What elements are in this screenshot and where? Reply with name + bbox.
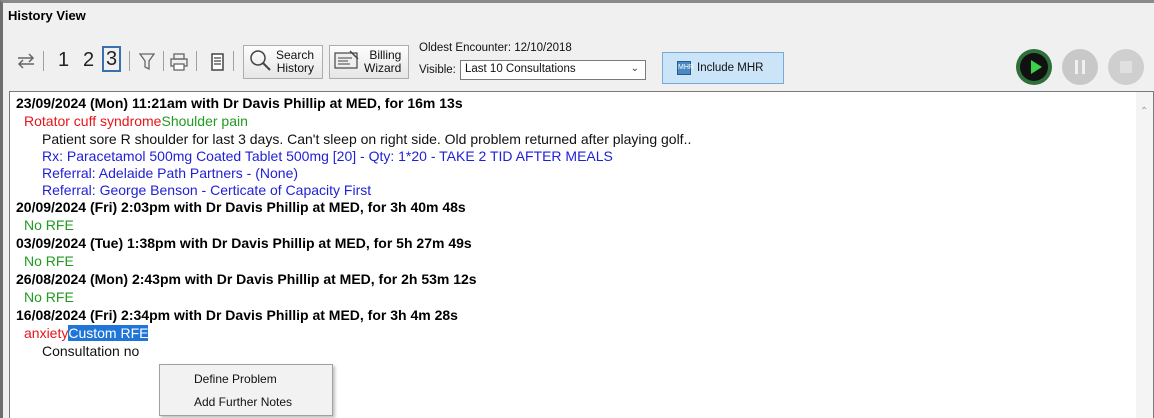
chevron-down-icon: ⌄ bbox=[630, 63, 639, 74]
search-history-label-line1: Search bbox=[276, 48, 315, 62]
rfe-text[interactable]: No RFE bbox=[24, 217, 74, 234]
menu-item-add-further-notes[interactable]: Add Further Notes bbox=[194, 395, 292, 409]
rfe-text[interactable]: No RFE bbox=[24, 289, 74, 306]
include-mhr-button[interactable]: MHR Include MHR bbox=[662, 52, 784, 84]
visible-label: Visible: bbox=[419, 64, 456, 76]
visible-consultations-select[interactable]: Last 10 Consultations ⌄ bbox=[460, 60, 646, 80]
consultation-notes: Patient sore R shoulder for last 3 days.… bbox=[42, 131, 692, 147]
billing-wizard-label-line2: Wizard bbox=[364, 61, 402, 75]
toolbar-separator bbox=[163, 51, 164, 71]
rfe-text[interactable]: Shoulder pain bbox=[161, 113, 247, 129]
history-view-window: History View 1 2 3 Search History Billin… bbox=[0, 0, 1154, 418]
billing-wizard-label-line1: Billing bbox=[369, 48, 402, 62]
search-history-label-line2: History bbox=[276, 61, 315, 75]
page-1-button[interactable]: 1 bbox=[58, 49, 69, 72]
stop-icon bbox=[1120, 61, 1132, 73]
pause-icon bbox=[1075, 60, 1085, 74]
problem-text[interactable]: Rotator cuff syndrome bbox=[24, 113, 161, 129]
billing-wizard-label: Billing Wizard bbox=[364, 49, 404, 75]
document-icon[interactable] bbox=[211, 53, 224, 76]
consultation-header[interactable]: 20/09/2024 (Fri) 2:03pm with Dr Davis Ph… bbox=[16, 199, 466, 216]
consultation-header[interactable]: 23/09/2024 (Mon) 11:21am with Dr Davis P… bbox=[16, 95, 463, 112]
problem-text[interactable]: anxiety bbox=[24, 325, 68, 341]
consultation-header[interactable]: 26/08/2024 (Mon) 2:43pm with Dr Davis Ph… bbox=[16, 271, 477, 288]
toolbar: 1 2 3 Search History Billing Wizard Olde… bbox=[3, 27, 1154, 89]
referral-line[interactable]: Referral: George Benson - Certicate of C… bbox=[42, 182, 371, 199]
search-history-button[interactable]: Search History bbox=[243, 45, 323, 79]
stop-button[interactable] bbox=[1108, 49, 1144, 85]
play-button[interactable] bbox=[1016, 49, 1052, 85]
referral-line[interactable]: Referral: Adelaide Path Partners - (None… bbox=[42, 165, 298, 182]
menu-item-define-problem[interactable]: Define Problem bbox=[194, 372, 277, 386]
consultation-header[interactable]: 16/08/2024 (Fri) 2:34pm with Dr Davis Ph… bbox=[16, 307, 458, 324]
toolbar-separator bbox=[233, 51, 234, 71]
rfe-text[interactable]: No RFE bbox=[24, 253, 74, 270]
window-title: History View bbox=[8, 8, 86, 23]
rfe-text-selected[interactable]: Custom RFE bbox=[68, 325, 149, 341]
search-history-label: Search History bbox=[276, 49, 317, 75]
filter-icon[interactable] bbox=[138, 53, 156, 76]
visible-select-value: Last 10 Consultations bbox=[465, 63, 576, 75]
include-mhr-label: Include MHR bbox=[697, 62, 764, 74]
context-menu: Define Problem Add Further Notes bbox=[159, 364, 333, 416]
toolbar-separator bbox=[43, 51, 44, 71]
oldest-encounter-text: Oldest Encounter: 12/10/2018 bbox=[419, 42, 572, 54]
vertical-scrollbar[interactable]: ⌃ bbox=[1136, 92, 1153, 418]
billing-wizard-icon bbox=[334, 49, 360, 76]
scroll-up-icon[interactable]: ⌃ bbox=[1140, 106, 1148, 117]
pause-button[interactable] bbox=[1062, 49, 1098, 85]
problem-rfe-line: anxietyCustom RFE bbox=[24, 325, 149, 342]
toolbar-separator bbox=[196, 51, 197, 71]
magnifier-icon bbox=[248, 48, 272, 77]
problem-rfe-line: Rotator cuff syndromeShoulder pain bbox=[24, 113, 248, 130]
page-2-button[interactable]: 2 bbox=[83, 49, 94, 72]
prescription-line[interactable]: Rx: Paracetamol 500mg Coated Tablet 500m… bbox=[42, 148, 613, 165]
play-icon bbox=[1020, 53, 1048, 81]
toolbar-separator bbox=[129, 51, 130, 71]
consultation-header[interactable]: 03/09/2024 (Tue) 1:38pm with Dr Davis Ph… bbox=[16, 235, 472, 252]
print-icon[interactable] bbox=[170, 53, 188, 76]
page-3-button[interactable]: 3 bbox=[102, 46, 122, 72]
consultation-notes: Consultation no bbox=[42, 343, 140, 359]
swap-arrows-icon[interactable] bbox=[15, 51, 37, 76]
mhr-icon: MHR bbox=[677, 61, 694, 75]
billing-wizard-button[interactable]: Billing Wizard bbox=[329, 45, 409, 79]
